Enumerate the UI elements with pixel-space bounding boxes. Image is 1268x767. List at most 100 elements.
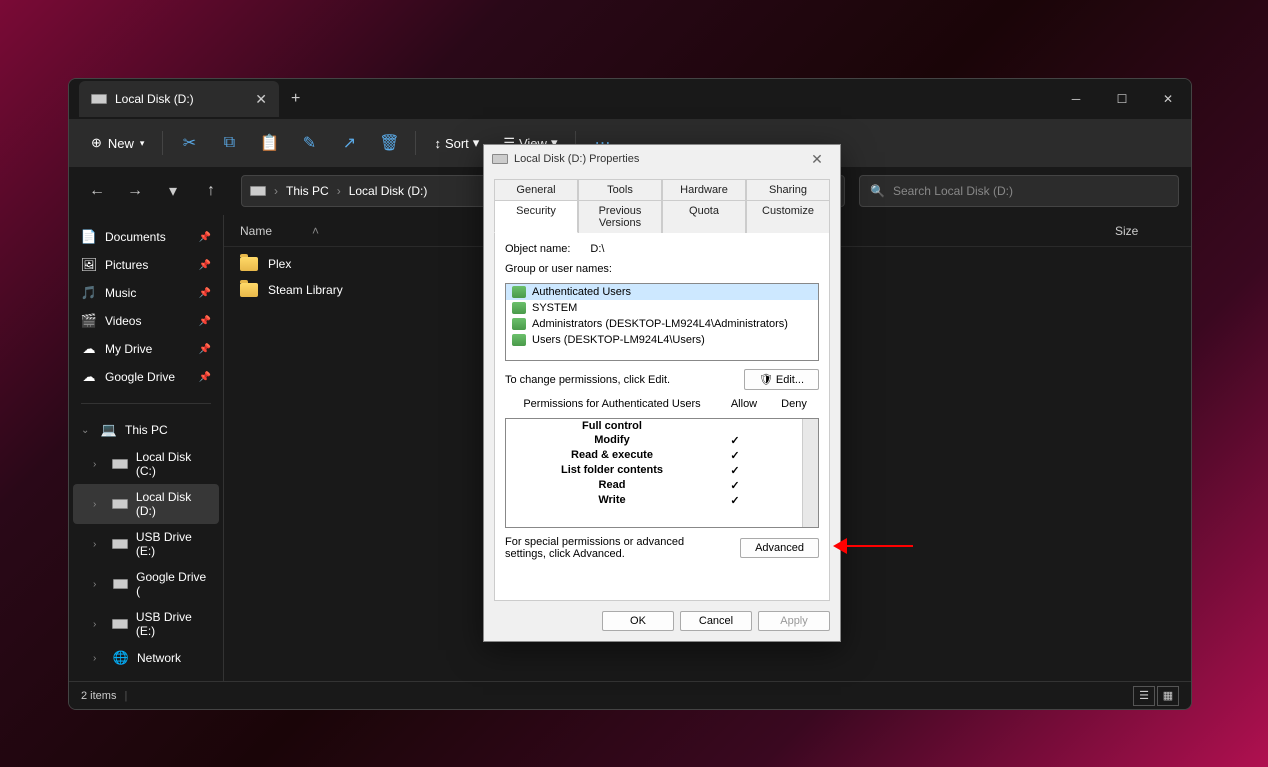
close-button[interactable]: ✕ xyxy=(1145,79,1191,119)
chevron-right-icon[interactable]: › xyxy=(93,653,105,664)
user-item[interactable]: Users (DESKTOP-LM924L4\Users) xyxy=(506,332,818,348)
tab-general[interactable]: General xyxy=(494,179,578,200)
sidebar-item-googledrive[interactable]: ☁Google Drive📌 xyxy=(73,363,219,391)
dialog-body: Object name: D:\ Group or user names: Au… xyxy=(494,232,830,601)
tab-title: Local Disk (D:) xyxy=(115,92,194,106)
grid-view-icon[interactable]: ▦ xyxy=(1157,686,1179,706)
folder-icon xyxy=(240,257,258,271)
close-tab-icon[interactable]: ✕ xyxy=(255,91,267,108)
new-tab-button[interactable]: + xyxy=(279,90,312,108)
chevron-right-icon[interactable]: › xyxy=(93,579,105,590)
recent-dropdown[interactable]: ▾ xyxy=(157,175,189,207)
ok-button[interactable]: OK xyxy=(602,611,674,631)
sidebar-item-videos[interactable]: 🎬Videos📌 xyxy=(73,307,219,335)
forward-button[interactable]: → xyxy=(119,175,151,207)
advanced-button[interactable]: Advanced xyxy=(740,538,819,558)
sidebar-item-documents[interactable]: 📄Documents📌 xyxy=(73,223,219,251)
chevron-right-icon[interactable]: › xyxy=(93,539,104,550)
up-button[interactable]: ↑ xyxy=(195,175,227,207)
permission-row[interactable]: List folder contents✓ xyxy=(506,463,818,478)
window-controls: ─ ☐ ✕ xyxy=(1053,79,1191,119)
breadcrumb-disk[interactable]: Local Disk (D:) xyxy=(349,184,428,198)
properties-dialog: Local Disk (D:) Properties ✕ General Too… xyxy=(483,144,841,642)
dialog-tabs-row1: General Tools Hardware Sharing xyxy=(484,173,840,200)
chevron-down-icon: ▾ xyxy=(140,138,145,149)
tab-security[interactable]: Security xyxy=(494,200,578,233)
column-name[interactable]: Name xyxy=(240,224,272,238)
window-tab[interactable]: Local Disk (D:) ✕ xyxy=(79,81,279,117)
user-item[interactable]: SYSTEM xyxy=(506,300,818,316)
dialog-title: Local Disk (D:) Properties xyxy=(514,153,639,165)
user-item[interactable]: Administrators (DESKTOP-LM924L4\Administ… xyxy=(506,316,818,332)
pin-icon: 📌 xyxy=(199,316,211,327)
permissions-listbox[interactable]: Full controlModify✓Read & execute✓List f… xyxy=(505,418,819,528)
tab-tools[interactable]: Tools xyxy=(578,179,662,200)
chevron-right-icon[interactable]: › xyxy=(93,619,104,630)
titlebar: Local Disk (D:) ✕ + ─ ☐ ✕ xyxy=(69,79,1191,119)
share-icon[interactable]: ↗ xyxy=(331,125,367,161)
permission-row[interactable]: Write✓ xyxy=(506,493,818,508)
cut-icon[interactable]: ✂ xyxy=(171,125,207,161)
sidebar-item-usb-e[interactable]: ›USB Drive (E:) xyxy=(73,524,219,564)
maximize-button[interactable]: ☐ xyxy=(1099,79,1145,119)
sidebar-item-drive-c[interactable]: ›Local Disk (C:) xyxy=(73,444,219,484)
sort-button[interactable]: ↕ Sort ▾ xyxy=(424,129,489,157)
sidebar: 📄Documents📌 🖼Pictures📌 🎵Music📌 🎬Videos📌 … xyxy=(69,215,224,681)
sidebar-item-mydrive[interactable]: ☁My Drive📌 xyxy=(73,335,219,363)
shield-icon: 🛡 xyxy=(759,374,773,386)
pin-icon: 📌 xyxy=(199,288,211,299)
permissions-label: Permissions for Authenticated Users xyxy=(505,398,719,410)
details-view-icon[interactable]: ☰ xyxy=(1133,686,1155,706)
chevron-down-icon[interactable]: ⌄ xyxy=(81,425,93,436)
rename-icon[interactable]: ✎ xyxy=(291,125,327,161)
deny-header: Deny xyxy=(769,398,819,410)
minimize-button[interactable]: ─ xyxy=(1053,79,1099,119)
column-size[interactable]: Size xyxy=(1115,224,1175,238)
pin-icon: 📌 xyxy=(199,344,211,355)
copy-icon[interactable]: ⧉ xyxy=(211,125,247,161)
permission-row[interactable]: Full control xyxy=(506,419,818,433)
tab-hardware[interactable]: Hardware xyxy=(662,179,746,200)
sidebar-item-music[interactable]: 🎵Music📌 xyxy=(73,279,219,307)
tab-sharing[interactable]: Sharing xyxy=(746,179,830,200)
tab-quota[interactable]: Quota xyxy=(662,200,746,233)
edit-button[interactable]: 🛡 Edit... xyxy=(744,369,819,390)
permission-row[interactable]: Modify✓ xyxy=(506,433,818,448)
folder-icon xyxy=(240,283,258,297)
paste-icon[interactable]: 📋 xyxy=(251,125,287,161)
permission-row[interactable]: Read✓ xyxy=(506,478,818,493)
scrollbar[interactable] xyxy=(802,419,818,527)
search-icon: 🔍 xyxy=(870,184,885,198)
back-button[interactable]: ← xyxy=(81,175,113,207)
tab-customize[interactable]: Customize xyxy=(746,200,830,233)
user-item[interactable]: Authenticated Users xyxy=(506,284,818,300)
file-name: Plex xyxy=(268,257,291,271)
sidebar-item-usb-e2[interactable]: ›USB Drive (E:) xyxy=(73,604,219,644)
cancel-button[interactable]: Cancel xyxy=(680,611,752,631)
sidebar-item-drive-d[interactable]: ›Local Disk (D:) xyxy=(73,484,219,524)
disk-icon xyxy=(250,186,266,196)
tab-previous-versions[interactable]: Previous Versions xyxy=(578,200,662,233)
permission-row[interactable]: Read & execute✓ xyxy=(506,448,818,463)
apply-button[interactable]: Apply xyxy=(758,611,830,631)
new-button[interactable]: ⊕ New ▾ xyxy=(81,129,154,157)
dialog-close-button[interactable]: ✕ xyxy=(802,151,832,168)
sidebar-item-pictures[interactable]: 🖼Pictures📌 xyxy=(73,251,219,279)
users-icon xyxy=(512,318,526,330)
sidebar-item-thispc[interactable]: ⌄💻This PC xyxy=(73,416,219,444)
breadcrumb-pc[interactable]: This PC xyxy=(286,184,329,198)
users-listbox[interactable]: Authenticated Users SYSTEM Administrator… xyxy=(505,283,819,361)
chevron-right-icon[interactable]: › xyxy=(93,459,104,470)
users-icon xyxy=(512,334,526,346)
search-input[interactable]: 🔍 Search Local Disk (D:) xyxy=(859,175,1179,207)
allow-header: Allow xyxy=(719,398,769,410)
delete-icon[interactable]: 🗑 xyxy=(371,125,407,161)
sidebar-item-gdrive[interactable]: ›Google Drive ( xyxy=(73,564,219,604)
pin-icon: 📌 xyxy=(199,260,211,271)
users-icon xyxy=(512,286,526,298)
pin-icon: 📌 xyxy=(199,232,211,243)
sidebar-item-network[interactable]: ›🌐Network xyxy=(73,644,219,672)
dialog-tabs-row2: Security Previous Versions Quota Customi… xyxy=(484,200,840,233)
chevron-right-icon[interactable]: › xyxy=(93,499,104,510)
pin-icon: 📌 xyxy=(199,372,211,383)
